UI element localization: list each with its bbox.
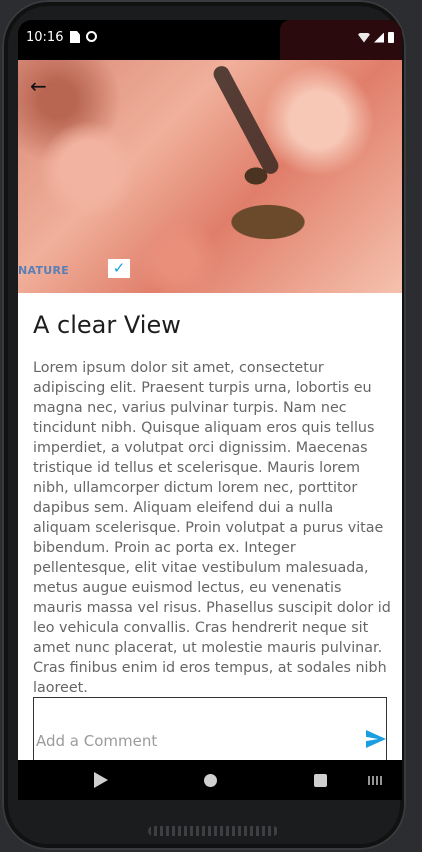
comment-input[interactable] [34, 725, 358, 757]
category-tag: NATURE [18, 264, 70, 277]
battery-icon [388, 32, 394, 43]
recents-square-icon[interactable] [314, 774, 327, 787]
sim-icon [70, 31, 80, 43]
branch-shape [210, 63, 282, 177]
hero-image: ← NATURE ✓ [18, 60, 402, 293]
comment-box [33, 697, 387, 760]
article-body: Lorem ipsum dolor sit amet, consectetur … [33, 360, 391, 696]
checkbox[interactable]: ✓ [108, 259, 130, 278]
signal-icon [374, 32, 384, 43]
wifi-icon [358, 32, 370, 43]
send-icon[interactable] [366, 730, 386, 748]
keyboard-icon[interactable] [368, 776, 382, 785]
status-left-icons [70, 31, 97, 43]
bottom-speaker [148, 826, 278, 836]
check-icon: ✓ [112, 259, 126, 277]
phone-frame: 10:16 ← NATURE ✓ A clear View Lorem ipsu… [2, 0, 406, 850]
status-right-icons [358, 32, 394, 43]
sync-icon [86, 31, 97, 42]
article-title: A clear View [33, 311, 181, 339]
screen: 10:16 ← NATURE ✓ A clear View Lorem ipsu… [18, 20, 402, 800]
back-button[interactable]: ← [30, 74, 58, 98]
article-screen[interactable]: ← NATURE ✓ A clear View Lorem ipsum dolo… [18, 60, 402, 760]
status-time: 10:16 [26, 30, 64, 45]
status-bar: 10:16 [18, 20, 402, 60]
home-circle-icon[interactable] [204, 774, 217, 787]
system-nav-bar [18, 760, 402, 800]
back-triangle-icon[interactable] [94, 772, 108, 788]
